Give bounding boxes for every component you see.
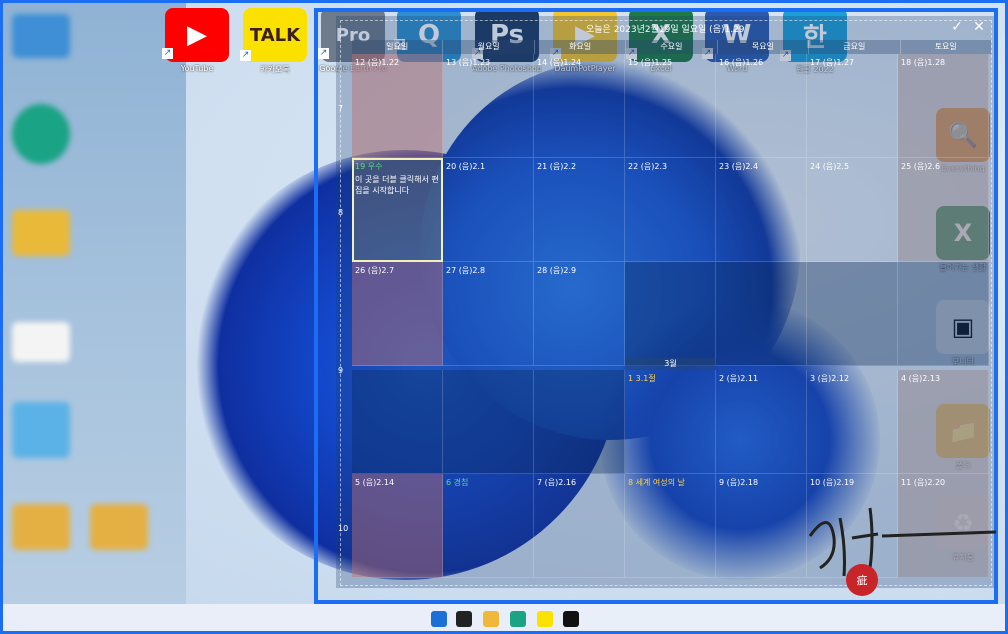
icon-label: 카카오톡 <box>260 65 290 74</box>
task-view-icon[interactable] <box>456 611 472 627</box>
icon-label: YouTube <box>180 64 214 73</box>
blurred-icon[interactable] <box>12 402 70 458</box>
kakaotalk-icon: TALK <box>243 8 307 62</box>
blurred-icon[interactable] <box>12 322 70 362</box>
blurred-icon[interactable] <box>12 504 70 550</box>
blurred-icon[interactable] <box>12 14 70 58</box>
youtube-shortcut[interactable]: ▶ YouTube ↗ <box>162 8 232 73</box>
kakaotalk-shortcut[interactable]: TALK 카카오톡 ↗ <box>240 8 310 75</box>
shortcut-arrow-icon: ↗ <box>162 48 173 59</box>
svg-text:疵: 疵 <box>857 573 868 587</box>
taskbar <box>0 604 1008 634</box>
blurred-icon[interactable] <box>90 504 148 550</box>
signature-seal-logo: 疵 <box>808 507 997 596</box>
blurred-icon[interactable] <box>12 210 70 256</box>
shortcut-arrow-icon: ↗ <box>240 50 251 61</box>
edge-icon[interactable] <box>510 611 526 627</box>
windows-start-icon[interactable] <box>431 611 447 627</box>
app-icon[interactable] <box>563 611 579 627</box>
file-explorer-icon[interactable] <box>483 611 499 627</box>
kakaotalk-icon[interactable] <box>537 611 553 627</box>
youtube-icon: ▶ <box>165 8 229 62</box>
blurred-icon[interactable] <box>12 104 70 164</box>
